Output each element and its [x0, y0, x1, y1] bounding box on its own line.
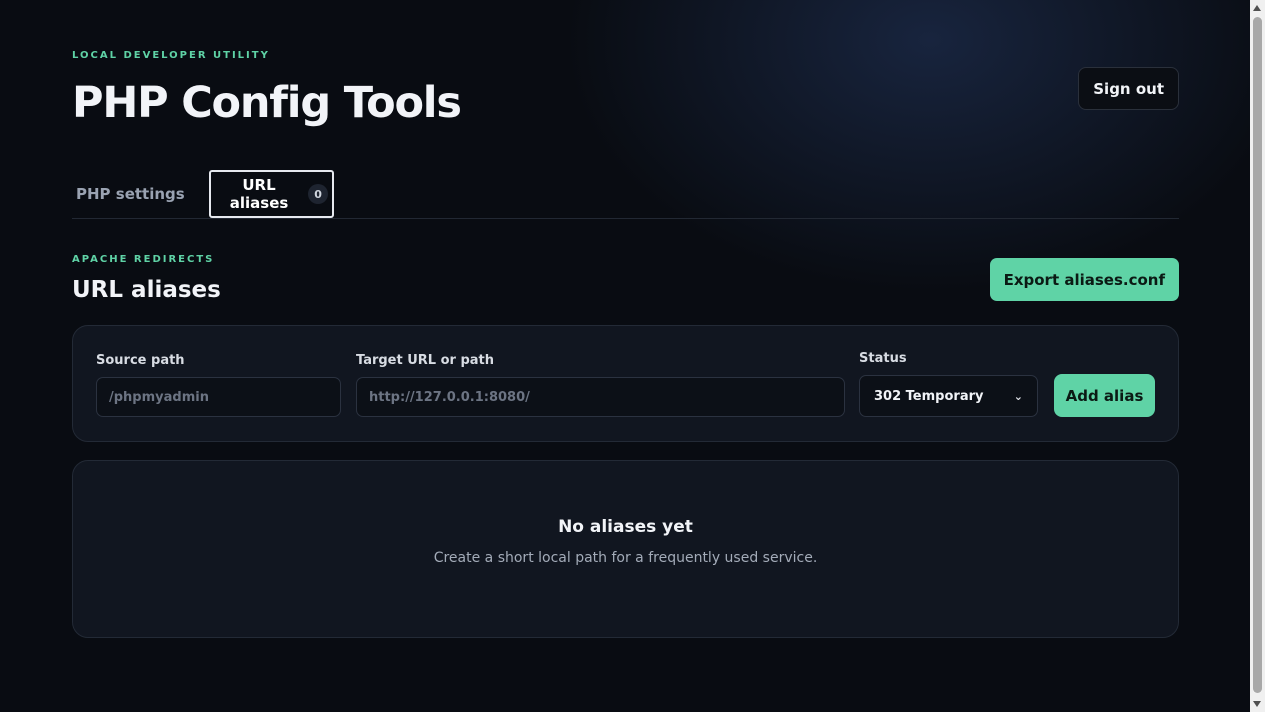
tab-php-settings[interactable]: PHP settings [76, 170, 185, 218]
tab-bar: PHP settings URL aliases 0 [72, 170, 1179, 219]
status-label: Status [859, 351, 907, 366]
source-path-label: Source path [96, 353, 185, 368]
scroll-thumb[interactable] [1253, 17, 1262, 693]
sign-out-button[interactable]: Sign out [1078, 67, 1179, 110]
section-eyebrow: APACHE REDIRECTS [72, 254, 215, 265]
aliases-empty-state: No aliases yet Create a short local path… [72, 460, 1179, 638]
app-title: PHP Config Tools [72, 78, 462, 128]
alias-count-badge: 0 [308, 184, 328, 204]
export-aliases-button[interactable]: Export aliases.conf [989, 258, 1179, 301]
chevron-down-icon: ⌄ [1013, 389, 1023, 403]
tab-label: URL aliases [229, 176, 289, 212]
scroll-up-arrow-icon[interactable] [1253, 5, 1261, 11]
page-scrollbar[interactable] [1250, 0, 1265, 712]
status-select[interactable]: 302 Temporary ⌄ [859, 375, 1038, 417]
source-path-input[interactable] [96, 377, 341, 417]
app-eyebrow: LOCAL DEVELOPER UTILITY [72, 50, 270, 61]
tab-label: PHP settings [76, 185, 185, 203]
section-header: APACHE REDIRECTS URL aliases Export alia… [72, 219, 1179, 326]
add-alias-form: Source path Target URL or path Status 30… [72, 325, 1179, 442]
empty-state-title: No aliases yet [558, 517, 693, 537]
page: LOCAL DEVELOPER UTILITY PHP Config Tools… [72, 0, 1179, 638]
section-title: URL aliases [72, 277, 221, 303]
status-selected-value: 302 Temporary [874, 388, 984, 404]
target-url-label: Target URL or path [356, 353, 495, 368]
scroll-down-arrow-icon[interactable] [1253, 701, 1261, 707]
app-header: LOCAL DEVELOPER UTILITY PHP Config Tools… [72, 0, 1179, 170]
tab-url-aliases[interactable]: URL aliases 0 [209, 170, 334, 218]
target-url-input[interactable] [356, 377, 845, 417]
add-alias-button[interactable]: Add alias [1054, 374, 1155, 417]
empty-state-description: Create a short local path for a frequent… [433, 550, 818, 566]
